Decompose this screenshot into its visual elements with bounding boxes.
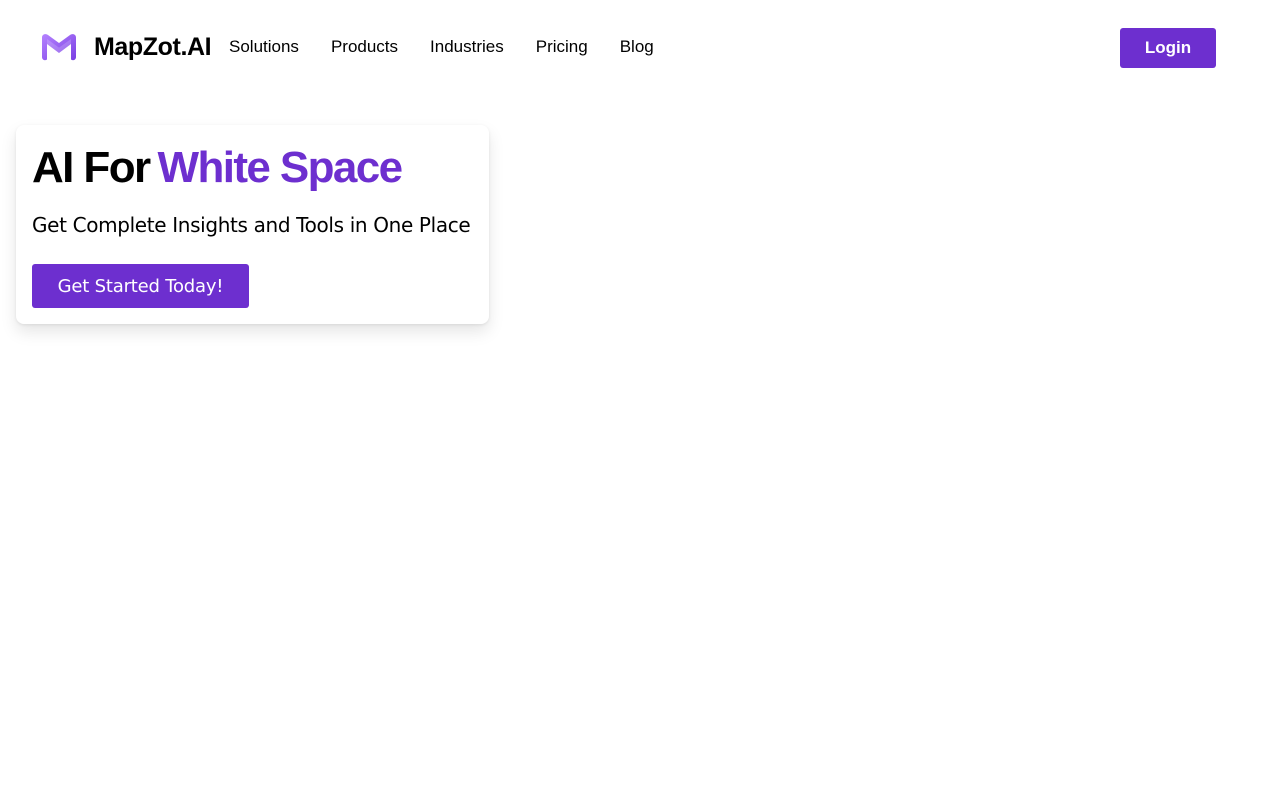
brand-home-link[interactable]: MapZot.AI [40, 28, 212, 66]
site-header: MapZot.AI Solutions Products Industries … [0, 0, 1280, 95]
nav-item-pricing[interactable]: Pricing [536, 36, 588, 58]
hero-title-highlight: White Space [157, 143, 404, 192]
get-started-button[interactable]: Get Started Today! [32, 264, 249, 308]
mapzot-m-logo-icon [42, 34, 76, 61]
brand-name: MapZot.AI [94, 32, 212, 61]
nav-item-industries[interactable]: Industries [430, 36, 504, 58]
nav-item-blog[interactable]: Blog [620, 36, 654, 58]
hero-title-prefix: AI For [32, 143, 151, 192]
hero-card: AI For White Space Get Complete Insights … [16, 125, 489, 324]
nav-item-products[interactable]: Products [331, 36, 398, 58]
login-button[interactable]: Login [1120, 28, 1216, 68]
hero-subtitle: Get Complete Insights and Tools in One P… [32, 213, 471, 237]
hero-title: AI For White Space [32, 143, 473, 193]
nav-item-solutions[interactable]: Solutions [229, 36, 299, 58]
main-navigation: Solutions Products Industries Pricing Bl… [229, 36, 654, 58]
